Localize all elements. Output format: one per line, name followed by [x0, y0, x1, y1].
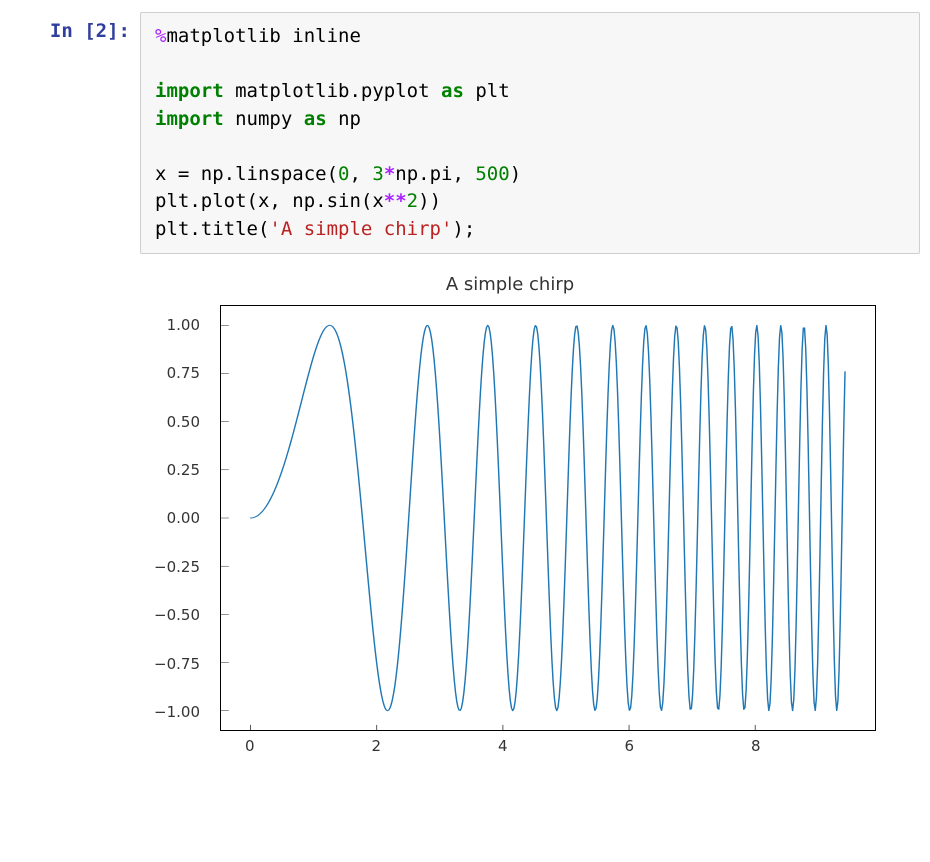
kw-import: import [155, 108, 224, 130]
x-axis: 0 2 4 6 8 [220, 733, 876, 759]
str-literal: 'A simple chirp' [269, 218, 452, 240]
y-tick-label: −1.00 [154, 703, 200, 721]
prompt-prefix: In [ [50, 20, 96, 42]
code-editor[interactable]: %matplotlib inline import matplotlib.pyp… [140, 12, 920, 254]
num-literal: 500 [475, 163, 509, 185]
y-tick-label: −0.50 [154, 606, 200, 624]
code-text: )) [418, 190, 441, 212]
kw-as: as [441, 80, 464, 102]
code-text: np.pi, [395, 163, 475, 185]
magic-percent: % [155, 25, 166, 47]
code-text: , [349, 163, 372, 185]
kw-import: import [155, 80, 224, 102]
output-area: A simple chirp −1.00 −0.75 −0.50 −0.25 0.00 0… [140, 260, 920, 759]
y-tick-label: 0.75 [167, 364, 200, 382]
y-tick-label: −0.25 [154, 558, 200, 576]
x-tick-label: 8 [751, 737, 761, 755]
alias-plt: plt [475, 80, 509, 102]
x-tick-label: 4 [498, 737, 508, 755]
kw-as: as [304, 108, 327, 130]
chart-title: A simple chirp [140, 270, 880, 301]
x-tick-label: 6 [625, 737, 635, 755]
y-ticks [221, 326, 229, 711]
alias-np: np [338, 108, 361, 130]
code-cell: In [2]: %matplotlib inline import matplo… [0, 12, 930, 254]
prompt-number: 2 [96, 20, 107, 42]
output-prompt [10, 260, 140, 268]
code-text: plt.plot(x, np.sin(x [155, 190, 384, 212]
x-ticks [251, 725, 756, 730]
output-cell: A simple chirp −1.00 −0.75 −0.50 −0.25 0.00 0… [0, 254, 930, 759]
chirp-line [251, 326, 845, 711]
x-tick-label: 2 [371, 737, 381, 755]
code-text: x = np.linspace( [155, 163, 338, 185]
y-tick-label: 0.25 [167, 461, 200, 479]
code-text: ) [510, 163, 521, 185]
mod-mpl: matplotlib.pyplot [235, 80, 429, 102]
input-prompt: In [2]: [10, 12, 140, 42]
chart: A simple chirp −1.00 −0.75 −0.50 −0.25 0.00 0… [140, 270, 880, 759]
num-literal: 3 [372, 163, 383, 185]
num-literal: 0 [338, 163, 349, 185]
code-text: plt.title( [155, 218, 269, 240]
plot-frame [220, 305, 876, 731]
plot-svg [221, 306, 875, 730]
mod-np: numpy [235, 108, 292, 130]
op-pow: ** [384, 190, 407, 212]
y-tick-label: −0.75 [154, 655, 200, 673]
chart-box: −1.00 −0.75 −0.50 −0.25 0.00 0.25 0.50 0.75 1.00… [140, 301, 880, 759]
y-axis: −1.00 −0.75 −0.50 −0.25 0.00 0.25 0.50 0.75 1.00 [140, 301, 210, 759]
code-text: ); [452, 218, 475, 240]
magic-arg: inline [292, 25, 361, 47]
num-literal: 2 [407, 190, 418, 212]
y-tick-label: 0.00 [167, 509, 200, 527]
y-tick-label: 1.00 [167, 316, 200, 334]
y-tick-label: 0.50 [167, 413, 200, 431]
magic-name: matplotlib [166, 25, 280, 47]
op-star: * [384, 163, 395, 185]
prompt-suffix: ]: [107, 20, 130, 42]
notebook: In [2]: %matplotlib inline import matplo… [0, 0, 930, 789]
x-tick-label: 0 [245, 737, 255, 755]
